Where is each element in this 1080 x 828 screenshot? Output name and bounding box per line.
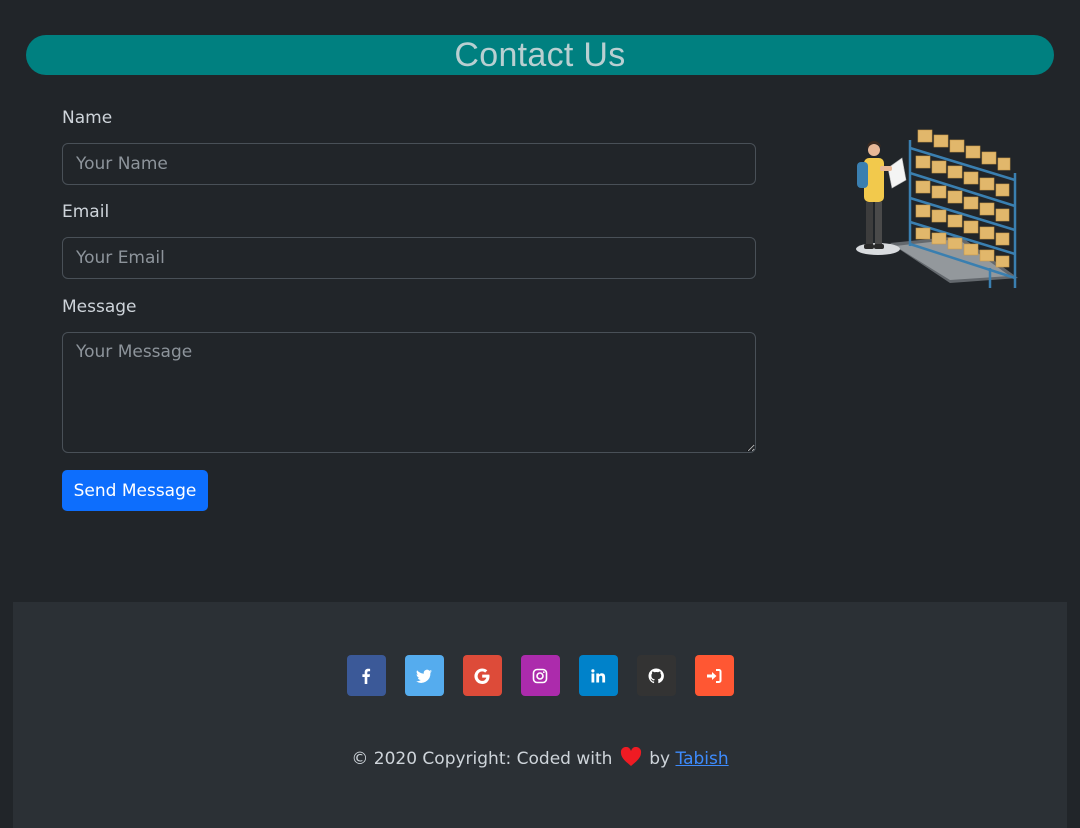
google-icon	[474, 667, 490, 684]
page-title: Contact Us	[454, 35, 626, 74]
github-icon	[648, 667, 664, 683]
name-group: Name	[62, 108, 756, 185]
linkedin-button[interactable]	[578, 655, 618, 696]
github-button[interactable]	[636, 655, 676, 696]
page: Contact Us Name Email Message Send Messa…	[0, 0, 1080, 828]
warehouse-illustration	[850, 118, 1025, 308]
facebook-icon	[362, 668, 371, 684]
message-textarea[interactable]	[62, 332, 756, 453]
email-label: Email	[62, 202, 110, 222]
header-banner: Contact Us	[26, 35, 1054, 75]
sign-in-icon	[707, 668, 722, 683]
copyright-by: by	[649, 749, 671, 769]
heart-icon	[620, 747, 641, 766]
footer: © 2020 Copyright: Coded with by Tabish	[13, 602, 1067, 828]
copyright-text: © 2020 Copyright: Coded with by Tabish	[13, 747, 1067, 769]
email-group: Email	[62, 202, 756, 279]
name-input[interactable]	[62, 143, 756, 185]
login-button[interactable]	[694, 655, 734, 696]
message-group: Message	[62, 297, 756, 453]
instagram-icon	[532, 668, 548, 683]
google-button[interactable]	[462, 655, 502, 696]
instagram-button[interactable]	[520, 655, 560, 696]
twitter-button[interactable]	[404, 655, 444, 696]
email-input[interactable]	[62, 237, 756, 279]
linkedin-icon	[591, 668, 606, 682]
author-link[interactable]: Tabish	[676, 749, 729, 769]
message-label: Message	[62, 297, 137, 317]
twitter-icon	[416, 669, 432, 683]
send-message-button[interactable]: Send Message	[62, 470, 208, 511]
social-links	[13, 655, 1067, 696]
facebook-button[interactable]	[346, 655, 386, 696]
copyright-prefix: © 2020 Copyright: Coded with	[351, 749, 613, 769]
warehouse-shelves-illustration	[856, 129, 1018, 288]
name-label: Name	[62, 108, 113, 128]
